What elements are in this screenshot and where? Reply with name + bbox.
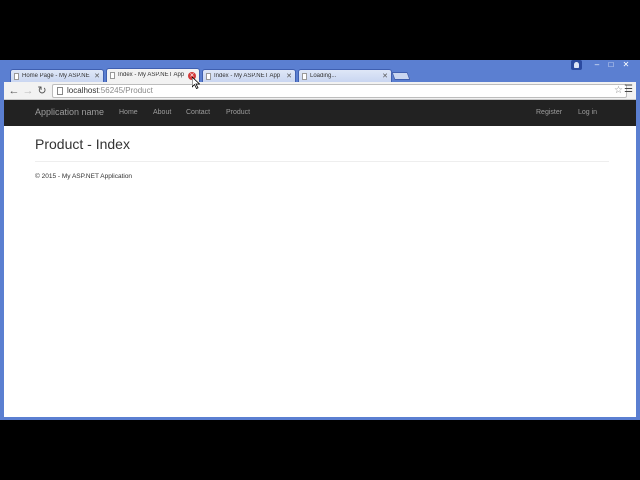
tab-home-page[interactable]: Home Page - My ASP.NE ✕ — [10, 69, 104, 82]
maximize-button[interactable]: □ — [604, 60, 618, 70]
address-bar[interactable]: localhost:56245/Product ☆ — [52, 84, 627, 98]
page-footer: © 2015 - My ASP.NET Application — [35, 173, 133, 180]
tab-label: Index - My ASP.NET App — [118, 72, 185, 78]
brand-link[interactable]: Application name — [35, 107, 104, 117]
page-favicon-icon — [206, 73, 211, 80]
close-tab-icon[interactable]: ✕ — [286, 72, 292, 80]
hamburger-menu-icon[interactable]: ☰ — [624, 84, 633, 95]
nav-link-home[interactable]: Home — [119, 109, 138, 116]
close-tab-icon[interactable]: ✕ — [382, 72, 388, 80]
site-navbar: Application name Home About Contact Prod… — [4, 100, 636, 126]
new-tab-button[interactable] — [391, 72, 411, 80]
browser-window: Home Page - My ASP.NE ✕ Index - My ASP.N… — [0, 60, 640, 420]
tab-label: Loading... — [310, 73, 337, 79]
tab-index[interactable]: Index - My ASP.NET App ✕ — [202, 69, 296, 82]
loading-spinner-icon — [302, 73, 307, 80]
url-path: :56245/Product — [98, 86, 153, 95]
close-tab-icon[interactable]: ✕ — [94, 72, 100, 80]
tab-loading[interactable]: Loading... ✕ — [298, 69, 392, 82]
nav-link-about[interactable]: About — [153, 109, 171, 116]
profile-icon[interactable] — [571, 60, 582, 70]
nav-link-product[interactable]: Product — [226, 109, 250, 116]
close-window-button[interactable]: ✕ — [618, 60, 634, 70]
minimize-button[interactable]: – — [590, 60, 604, 70]
page-favicon-icon — [14, 73, 19, 80]
nav-link-contact[interactable]: Contact — [186, 109, 210, 116]
page-viewport: Application name Home About Contact Prod… — [4, 100, 636, 417]
reload-icon[interactable]: ↻ — [34, 83, 50, 99]
tab-index-active[interactable]: Index - My ASP.NET App ✕ — [106, 68, 200, 82]
divider — [35, 161, 609, 162]
url-host: localhost — [67, 86, 99, 95]
url-text[interactable]: localhost:56245/Product — [67, 86, 153, 95]
tab-strip: Home Page - My ASP.NE ✕ Index - My ASP.N… — [0, 60, 640, 82]
page-title: Product - Index — [35, 136, 130, 152]
tab-label: Home Page - My ASP.NE — [22, 73, 90, 79]
bookmark-star-icon[interactable]: ☆ — [614, 85, 623, 96]
page-icon — [57, 87, 63, 95]
tab-label: Index - My ASP.NET App — [214, 73, 281, 79]
window-controls: – □ ✕ — [571, 60, 634, 70]
browser-toolbar: ← → ↻ localhost:56245/Product ☆ ☰ — [4, 82, 636, 100]
register-link[interactable]: Register — [536, 109, 562, 116]
login-link[interactable]: Log in — [578, 109, 597, 116]
mouse-cursor-icon — [192, 77, 200, 89]
page-favicon-icon — [110, 72, 115, 79]
